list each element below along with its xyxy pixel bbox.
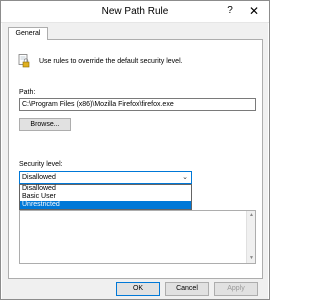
description-textarea[interactable]: ▲ ▼ <box>19 210 256 264</box>
chevron-down-icon: ⌄ <box>182 174 188 181</box>
cancel-button[interactable]: Cancel <box>165 282 209 296</box>
document-lock-icon <box>18 54 30 68</box>
path-label: Path: <box>19 89 36 96</box>
security-level-dropdown: Disallowed Basic User Unrestricted <box>19 184 192 210</box>
browse-button[interactable]: Browse... <box>19 118 71 131</box>
security-level-label: Security level: <box>19 161 63 168</box>
new-path-rule-dialog: New Path Rule ? ✕ General Use rules to o… <box>0 0 270 300</box>
ok-button[interactable]: OK <box>116 282 160 296</box>
scroll-up-icon[interactable]: ▲ <box>247 211 256 220</box>
help-button[interactable]: ? <box>221 2 239 20</box>
security-level-select[interactable]: Disallowed ⌄ <box>19 171 192 184</box>
option-basic-user[interactable]: Basic User <box>20 193 191 201</box>
option-unrestricted[interactable]: Unrestricted <box>20 201 191 209</box>
option-disallowed[interactable]: Disallowed <box>20 185 191 193</box>
dialog-client-area: General Use rules to override the defaul… <box>2 23 268 299</box>
tab-general[interactable]: General <box>8 27 48 40</box>
path-input[interactable]: C:\Program Files (x86)\Mozilla Firefox\f… <box>19 98 256 111</box>
description-scrollbar[interactable]: ▲ ▼ <box>246 211 255 263</box>
general-panel: Use rules to override the default securi… <box>8 39 263 279</box>
apply-button[interactable]: Apply <box>214 282 258 296</box>
title-bar: New Path Rule ? ✕ <box>1 1 269 23</box>
scroll-down-icon[interactable]: ▼ <box>247 254 256 263</box>
close-button[interactable]: ✕ <box>241 2 267 20</box>
rule-description: Use rules to override the default securi… <box>39 58 183 65</box>
security-level-value: Disallowed <box>22 174 56 181</box>
